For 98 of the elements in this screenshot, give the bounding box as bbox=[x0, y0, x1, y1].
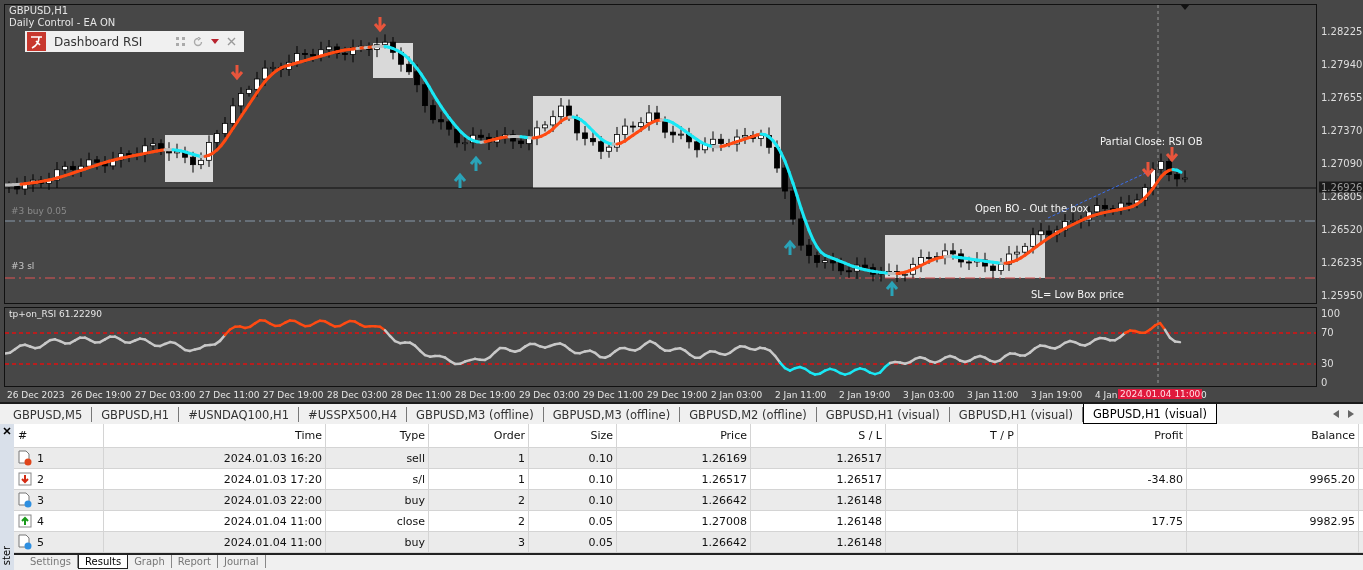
column-header[interactable]: # bbox=[14, 424, 104, 447]
table-cell: 9965.20 bbox=[1309, 472, 1355, 486]
table-cell: 1.26642 bbox=[701, 493, 747, 507]
chart-symbol: GBPUSD,H1 bbox=[9, 5, 69, 16]
time-axis-label: 4 Jan bbox=[1095, 390, 1118, 400]
chart-tab[interactable]: GBPUSD,H1 (visual) bbox=[1082, 404, 1217, 424]
table-cell: 1.26148 bbox=[836, 514, 882, 528]
time-axis-label: 26 Dec 2023 bbox=[7, 390, 65, 400]
table-cell: 2024.01.04 11:00 bbox=[223, 535, 322, 549]
table-cell: 1.26642 bbox=[701, 535, 747, 549]
column-header[interactable]: Time bbox=[104, 424, 326, 447]
table-cell: 0.10 bbox=[588, 472, 613, 486]
time-axis-label: 3 Jan 03:00 bbox=[903, 390, 955, 400]
column-header[interactable]: T / P bbox=[886, 424, 1018, 447]
price-axis-label: 1.27370 bbox=[1321, 124, 1363, 136]
table-cell: 5 bbox=[37, 535, 44, 549]
table-cell: buy bbox=[404, 535, 425, 549]
indicator-level-label: 30 bbox=[1321, 357, 1334, 369]
table-cell: 2024.01.03 17:20 bbox=[223, 472, 322, 486]
table-cell: 0.10 bbox=[588, 493, 613, 507]
time-axis-label: 29 Dec 11:00 bbox=[583, 390, 644, 400]
table-cell: 1 bbox=[518, 451, 525, 465]
dashboard-panel[interactable]: Dashboard RSI bbox=[25, 31, 244, 52]
column-header[interactable]: Price bbox=[617, 424, 751, 447]
table-cell: 1.26169 bbox=[701, 451, 747, 465]
price-axis-label: 1.27090 bbox=[1321, 157, 1363, 169]
table-cell: 9982.95 bbox=[1309, 514, 1355, 528]
column-header[interactable]: S / L bbox=[751, 424, 886, 447]
table-cell: 4 bbox=[37, 514, 44, 528]
time-axis-label: 2 Jan 19:00 bbox=[839, 390, 891, 400]
table-cell: 2 bbox=[518, 493, 525, 507]
table-cell: 1 bbox=[37, 451, 44, 465]
time-axis-label: 26 Dec 19:00 bbox=[71, 390, 132, 400]
chart-annotation: Partial Close: RSI OB bbox=[1100, 136, 1203, 147]
ea-status-label: Daily Control - EA ON bbox=[9, 17, 116, 28]
indicator-title: tp+on_RSI 61.22290 bbox=[9, 309, 102, 319]
table-cell: sell bbox=[406, 451, 425, 465]
price-axis-label: 1.26805 bbox=[1321, 190, 1363, 202]
table-cell: 0.05 bbox=[588, 535, 613, 549]
price-axis-label: 1.27655 bbox=[1321, 91, 1363, 103]
time-axis-label: 29 Dec 03:00 bbox=[519, 390, 580, 400]
column-header[interactable]: Size bbox=[529, 424, 617, 447]
time-axis-label: 28 Dec 19:00 bbox=[455, 390, 516, 400]
time-axis-label: 27 Dec 11:00 bbox=[199, 390, 260, 400]
column-header[interactable]: Profit bbox=[1018, 424, 1187, 447]
table-cell: 0.10 bbox=[588, 451, 613, 465]
order-line-label: #3 sl bbox=[11, 261, 35, 271]
time-axis-label: 2 Jan 03:00 bbox=[711, 390, 763, 400]
table-cell: close bbox=[396, 514, 425, 528]
table-cell: 1.26517 bbox=[701, 472, 747, 486]
indicator-level-label: 70 bbox=[1321, 326, 1334, 338]
table-cell: 2 bbox=[518, 514, 525, 528]
table-cell: 2024.01.04 11:00 bbox=[223, 514, 322, 528]
table-cell: 3 bbox=[37, 493, 44, 507]
column-header[interactable]: Balance bbox=[1187, 424, 1359, 447]
price-axis-label: 1.26235 bbox=[1321, 256, 1363, 268]
price-axis-label: 1.26520 bbox=[1321, 223, 1363, 235]
time-axis-label: 27 Dec 19:00 bbox=[263, 390, 324, 400]
table-cell: 0.05 bbox=[588, 514, 613, 528]
table-row[interactable]: 3 2024.01.03 22:00 buy 2 0.10 1.26642 1.26148 bbox=[14, 490, 1363, 511]
table-cell: 3 bbox=[518, 535, 525, 549]
table-cell: 2 bbox=[37, 472, 44, 486]
chart-annotation: SL= Low Box price bbox=[1031, 289, 1124, 300]
order-line-label: #3 buy 0.05 bbox=[11, 206, 67, 216]
column-header[interactable]: Order bbox=[429, 424, 529, 447]
indicator-level-label: 100 bbox=[1321, 307, 1341, 319]
panel-tab[interactable]: Results bbox=[78, 555, 129, 569]
table-cell: s/l bbox=[412, 472, 425, 486]
table-cell: 1.26517 bbox=[836, 472, 882, 486]
table-row[interactable]: 5 2024.01.04 11:00 buy 3 0.05 1.26642 1.26148 bbox=[14, 532, 1363, 553]
time-axis-label: 2 Jan 11:00 bbox=[775, 390, 827, 400]
table-cell: buy bbox=[404, 493, 425, 507]
current-price-label: 1.26926 bbox=[1319, 181, 1363, 193]
chart-annotation: Open BO - Out the box bbox=[975, 203, 1089, 214]
table-cell: -34.80 bbox=[1147, 472, 1183, 486]
price-axis-label: 1.28225 bbox=[1321, 25, 1363, 37]
price-axis-label: 1.27940 bbox=[1321, 58, 1363, 70]
table-row[interactable]: 1 2024.01.03 16:20 sell 1 0.10 1.26169 1.26517 bbox=[14, 448, 1363, 469]
table-cell: 1.26148 bbox=[836, 535, 882, 549]
table-cell: 17.75 bbox=[1151, 514, 1183, 528]
time-axis-label: 29 Dec 19:00 bbox=[647, 390, 708, 400]
table-cell: 2024.01.03 22:00 bbox=[223, 493, 322, 507]
time-axis-label: 28 Dec 11:00 bbox=[391, 390, 452, 400]
dashboard-title: Dashboard RSI bbox=[54, 34, 144, 49]
indicator-level-label: 0 bbox=[1321, 376, 1328, 388]
panel-label: ster bbox=[1, 545, 13, 566]
price-axis-label: 1.25950 bbox=[1321, 289, 1363, 301]
time-axis-label: 3 Jan 19:00 bbox=[1031, 390, 1083, 400]
table-cell: 1.26517 bbox=[836, 451, 882, 465]
time-axis-label: 0 bbox=[1201, 390, 1207, 400]
table-cell: 1.27008 bbox=[701, 514, 747, 528]
table-cell: 2024.01.03 16:20 bbox=[223, 451, 322, 465]
table-cell: 1 bbox=[518, 472, 525, 486]
time-axis-label: 28 Dec 03:00 bbox=[327, 390, 388, 400]
time-axis-label: 3 Jan 11:00 bbox=[967, 390, 1019, 400]
column-header[interactable]: Type bbox=[326, 424, 429, 447]
time-axis-label: 27 Dec 03:00 bbox=[135, 390, 196, 400]
table-cell: 1.26148 bbox=[836, 493, 882, 507]
